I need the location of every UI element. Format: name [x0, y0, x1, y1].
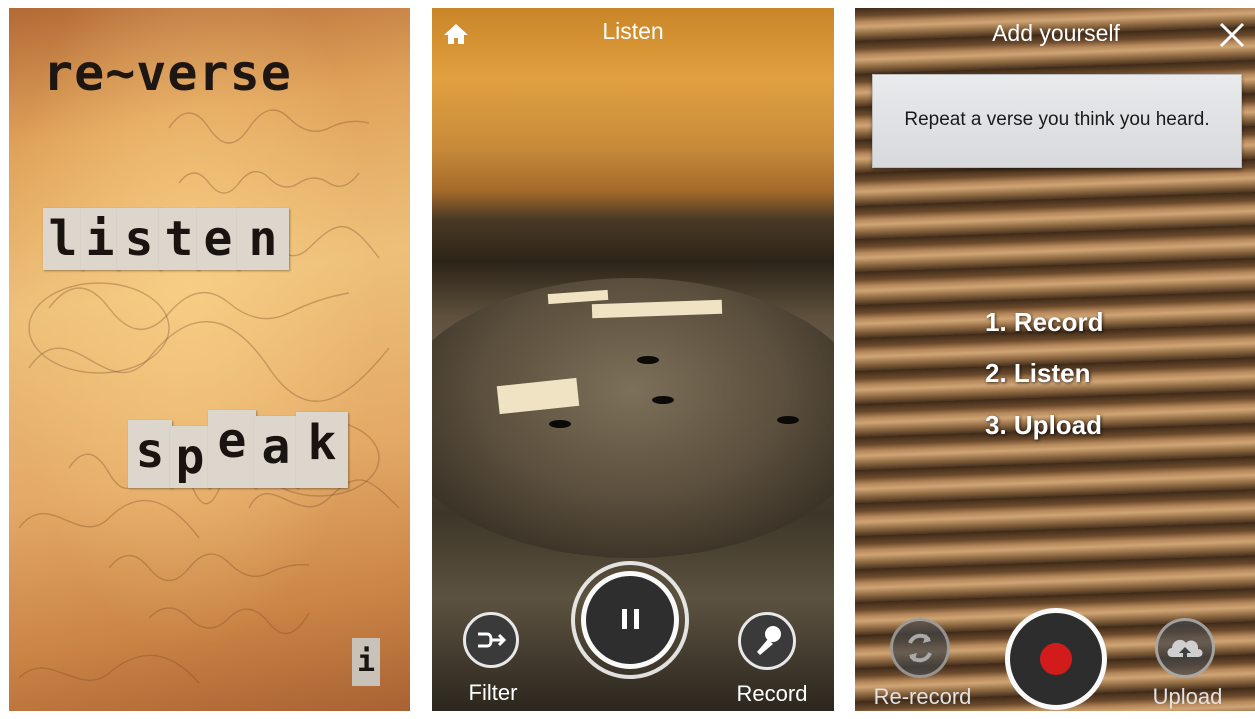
screen-title: Listen: [602, 18, 664, 44]
step-listen: 2. Listen: [985, 358, 1091, 388]
speak-button[interactable]: s p e a k: [128, 408, 348, 488]
disc-hole: [777, 416, 799, 424]
listen-letter: s: [117, 208, 161, 270]
listen-letter: n: [237, 208, 289, 270]
close-icon[interactable]: [1218, 21, 1246, 49]
microphone-icon: [757, 626, 781, 655]
pause-icon: [634, 609, 639, 629]
record-button[interactable]: [1005, 608, 1107, 710]
shuffle-arrow-icon: [478, 632, 507, 648]
listen-letter: l: [43, 208, 83, 270]
listen-screen: Listen Filter Record: [432, 8, 834, 711]
upload-button[interactable]: [1155, 618, 1215, 678]
speak-letter: e: [208, 410, 256, 488]
listen-letter: i: [81, 208, 119, 270]
speak-letter: p: [170, 426, 210, 488]
info-button[interactable]: i: [352, 638, 380, 686]
step-upload: 3. Upload: [985, 410, 1103, 440]
speak-letter: a: [254, 416, 298, 488]
pause-button[interactable]: [581, 571, 679, 669]
rerecord-label: Re-record: [873, 684, 972, 709]
step-record: 1. Record: [985, 307, 1104, 337]
instruction-banner: Repeat a verse you think you heard.: [872, 74, 1242, 168]
screen-title: Add yourself: [992, 20, 1120, 46]
listen-letter: t: [159, 208, 199, 270]
disc-hole: [549, 420, 571, 428]
refresh-icon: [908, 633, 932, 663]
upload-label: Upload: [1152, 684, 1223, 709]
listen-button[interactable]: l i s t e n: [43, 208, 289, 270]
record-nav-button[interactable]: [738, 612, 796, 670]
home-screen: re~verse l i s t e n s p e a k i: [9, 8, 410, 711]
add-yourself-screen: Add yourself Repeat a verse you think yo…: [855, 8, 1255, 711]
record-label: Record: [736, 681, 808, 706]
cloud-upload-icon: [1167, 639, 1203, 659]
filter-button[interactable]: [463, 612, 519, 668]
speak-letter: s: [128, 420, 172, 488]
handwriting-background: [18, 109, 400, 684]
listen-letter: e: [197, 208, 239, 270]
record-disc-background: [432, 278, 834, 558]
instruction-text: Repeat a verse you think you heard.: [904, 109, 1210, 130]
speak-letter: k: [296, 412, 348, 488]
rerecord-button[interactable]: [890, 618, 950, 678]
record-dot-icon: [1040, 643, 1072, 675]
app-logo: re~verse: [43, 44, 292, 102]
pause-icon: [622, 609, 627, 629]
disc-hole: [637, 356, 659, 364]
disc-hole: [652, 396, 674, 404]
filter-label: Filter: [468, 680, 518, 705]
